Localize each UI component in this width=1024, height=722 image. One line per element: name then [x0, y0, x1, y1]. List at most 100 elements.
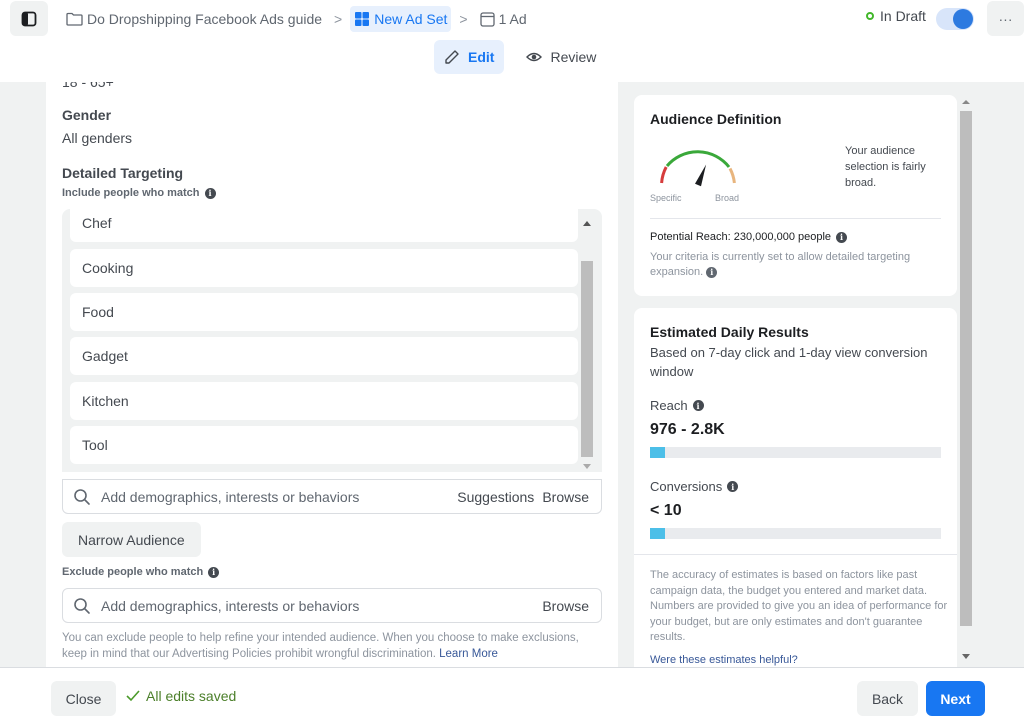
exclude-search-input[interactable]: Add demographics, interests or behaviors… — [62, 588, 602, 623]
potential-reach-text: Potential Reach: 230,000,000 people — [650, 231, 832, 243]
narrow-audience-button[interactable]: Narrow Audience — [62, 522, 201, 557]
targeting-item-label: Cooking — [82, 260, 134, 276]
chevron-right-icon: > — [334, 11, 343, 27]
estimated-results-card: Estimated Daily Results Based on 7-day c… — [634, 308, 957, 667]
scroll-down-icon[interactable] — [962, 654, 970, 659]
targeting-list-scrollbar[interactable] — [580, 213, 594, 469]
chevron-right-icon: > — [459, 11, 468, 27]
targeting-panel: 18 - 65+ Gender All genders Detailed Tar… — [46, 82, 618, 667]
browse-link[interactable]: Browse — [542, 598, 589, 614]
breadcrumb-label: New Ad Set — [374, 11, 448, 27]
info-icon[interactable]: i — [727, 481, 739, 492]
learn-more-link[interactable]: Learn More — [439, 648, 498, 660]
exclusion-help-text: You can exclude people to help refine yo… — [62, 630, 602, 662]
potential-reach: Potential Reach: 230,000,000 people i — [650, 231, 848, 243]
include-search-input[interactable]: Add demographics, interests or behaviors… — [62, 479, 602, 514]
breadcrumb-ad[interactable]: 1 Ad — [476, 6, 531, 32]
estimates-helpful-link[interactable]: Were these estimates helpful? — [650, 654, 798, 666]
draft-status: In Draft — [866, 8, 926, 24]
checkmark-icon — [126, 690, 140, 702]
scroll-down-icon[interactable] — [583, 464, 591, 469]
targeting-item[interactable]: Tool — [70, 426, 578, 464]
eye-icon — [526, 52, 543, 62]
info-icon[interactable]: i — [204, 187, 216, 199]
tab-label: Review — [550, 49, 597, 65]
targeting-item[interactable]: Chef — [70, 209, 578, 242]
targeting-item-label: Food — [82, 304, 114, 320]
folder-icon — [66, 12, 83, 26]
scroll-up-icon[interactable] — [583, 221, 591, 226]
reach-bar — [650, 447, 941, 458]
search-icon — [74, 597, 90, 614]
scroll-thumb[interactable] — [581, 261, 593, 457]
include-label-text: Include people who match — [62, 187, 200, 199]
breadcrumb-ad-set[interactable]: New Ad Set — [350, 6, 452, 32]
sidebar-toggle-button[interactable] — [10, 1, 48, 36]
tab-review[interactable]: Review — [516, 40, 606, 74]
pencil-icon — [445, 50, 459, 64]
targeting-item[interactable]: Cooking — [70, 249, 578, 287]
reach-bar-fill — [650, 447, 665, 458]
sidebar-panel-icon — [21, 11, 37, 26]
targeting-item-label: Chef — [82, 215, 112, 231]
targeting-item[interactable]: Food — [70, 293, 578, 331]
scroll-thumb[interactable] — [960, 111, 972, 626]
save-status: All edits saved — [126, 688, 236, 704]
gauge-label-broad: Broad — [715, 193, 740, 203]
ad-icon — [479, 11, 495, 27]
estimated-results-subtitle: Based on 7-day click and 1-day view conv… — [650, 345, 928, 379]
targeting-item-label: Kitchen — [82, 393, 129, 409]
breadcrumb-label: Do Dropshipping Facebook Ads guide — [87, 11, 323, 27]
gender-value[interactable]: All genders — [62, 130, 132, 146]
mode-tabs: Edit Review — [434, 40, 606, 74]
info-icon[interactable]: i — [692, 400, 704, 411]
draft-toggle[interactable] — [936, 8, 974, 30]
targeting-list: Chef Cooking Food Gadget Kitchen Tool — [62, 209, 602, 472]
gender-label: Gender — [62, 107, 112, 123]
tab-edit[interactable]: Edit — [434, 40, 505, 74]
divider — [650, 218, 941, 219]
toggle-knob — [953, 9, 973, 29]
info-icon[interactable]: i — [706, 267, 718, 278]
gauge-label-specific: Specific — [650, 193, 682, 203]
search-placeholder: Add demographics, interests or behaviors — [101, 488, 360, 505]
next-button[interactable]: Next — [926, 681, 985, 716]
close-button[interactable]: Close — [51, 681, 116, 716]
help-text-body: You can exclude people to help refine yo… — [62, 632, 579, 660]
top-bar: Do Dropshipping Facebook Ads guide > New… — [0, 0, 1024, 82]
status-label: In Draft — [880, 8, 926, 24]
scroll-up-icon[interactable] — [962, 100, 970, 104]
status-dot-icon — [866, 12, 874, 20]
expansion-note: Your criteria is currently set to allow … — [650, 250, 945, 280]
conversions-bar-fill — [650, 528, 665, 539]
audience-gauge: Specific Broad — [650, 139, 760, 209]
ellipsis-icon: ··· — [998, 10, 1013, 27]
suggestions-link[interactable]: Suggestions — [457, 489, 534, 505]
targeting-item-label: Gadget — [82, 348, 128, 364]
browse-link[interactable]: Browse — [542, 489, 589, 505]
save-status-text: All edits saved — [146, 688, 237, 704]
reach-value: 976 - 2.8K — [650, 421, 725, 438]
targeting-item[interactable]: Kitchen — [70, 382, 578, 420]
targeting-item[interactable]: Gadget — [70, 337, 578, 375]
expansion-note-text: Your criteria is currently set to allow … — [650, 251, 911, 278]
more-options-button[interactable]: ··· — [987, 1, 1024, 36]
divider — [634, 554, 957, 555]
right-panel-scrollbar[interactable] — [958, 96, 974, 667]
gauge-arc-broad — [728, 167, 736, 184]
breadcrumb-campaign[interactable]: Do Dropshipping Facebook Ads guide — [62, 6, 326, 32]
conversions-label-text: Conversions — [650, 479, 723, 494]
conversions-label: Conversions i — [650, 479, 739, 494]
info-icon[interactable]: i — [836, 231, 848, 243]
grid-icon — [355, 12, 370, 26]
reach-label-text: Reach — [650, 398, 688, 413]
audience-definition-title: Audience Definition — [650, 111, 782, 127]
exclude-label: Exclude people who match i — [62, 566, 220, 578]
tab-label: Edit — [468, 49, 495, 65]
include-label: Include people who match i — [62, 187, 216, 199]
targeting-item-label: Tool — [82, 437, 108, 453]
back-button[interactable]: Back — [857, 681, 918, 716]
detailed-targeting-label: Detailed Targeting — [62, 165, 184, 181]
info-icon[interactable]: i — [208, 566, 220, 578]
gauge-arc-middle — [665, 150, 731, 168]
